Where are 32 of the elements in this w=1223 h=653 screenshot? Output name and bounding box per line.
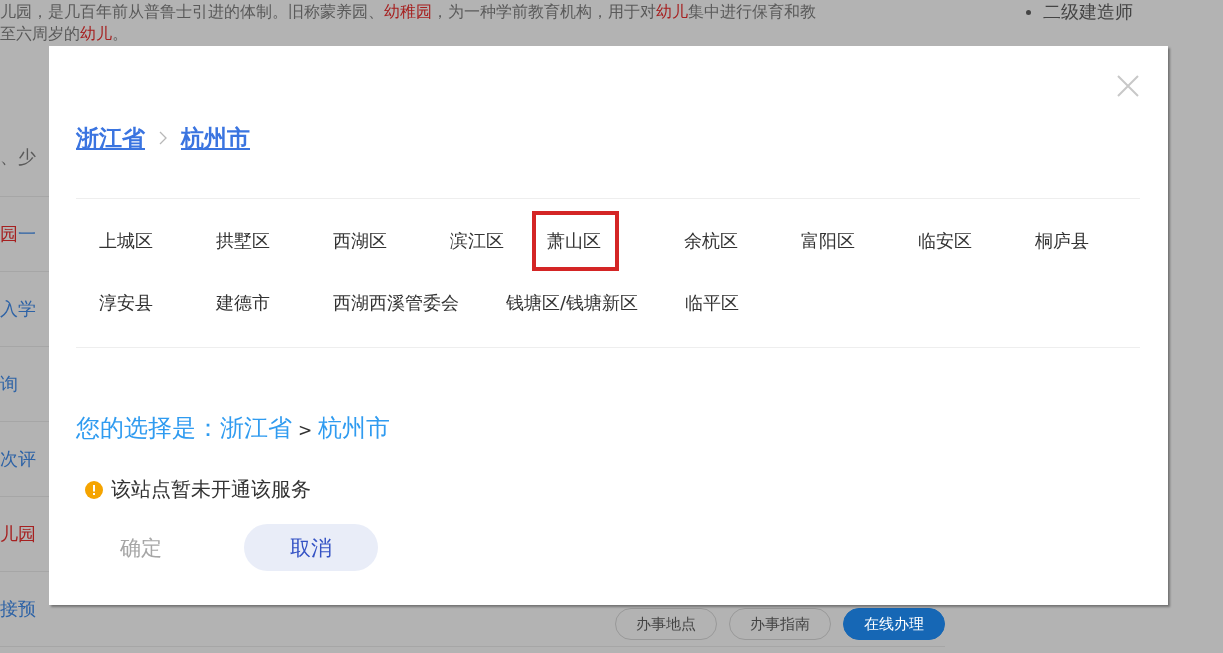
- paragraph-text: 至六周岁的幼儿。: [0, 23, 129, 44]
- district-link[interactable]: 钱塘区/钱塘新区: [483, 273, 663, 333]
- notice-text: 该站点暂未开通该服务: [111, 476, 311, 503]
- selection-label: 您的选择是：: [76, 413, 220, 444]
- district-link[interactable]: 淳安县: [76, 273, 193, 333]
- chevron-icon: [159, 131, 167, 145]
- district-link[interactable]: 西湖区: [310, 211, 427, 271]
- separator-text: >: [298, 420, 313, 440]
- district-link[interactable]: 临安区: [895, 211, 1012, 271]
- breadcrumb-link[interactable]: 浙江省: [76, 122, 145, 154]
- selection-value: 浙江省: [220, 413, 292, 444]
- district-link[interactable]: 桐庐县: [1012, 211, 1129, 271]
- sidebar-link[interactable]: 二级建造师: [1043, 0, 1133, 24]
- list-item-link[interactable]: 、少: [0, 145, 36, 169]
- district-link[interactable]: 富阳区: [778, 211, 895, 271]
- cancel-button[interactable]: 取消: [244, 524, 378, 571]
- list-item-link[interactable]: 园一: [0, 222, 36, 246]
- district-link[interactable]: 上城区: [76, 211, 193, 271]
- paragraph-text: 儿园，是几百年前从普鲁士引进的体制。旧称蒙养园、幼稚园，为一种学前教育机构，用于对幼儿集中进行保育和教: [0, 1, 816, 22]
- district-link[interactable]: 拱墅区: [193, 211, 310, 271]
- action-button[interactable]: 在线办理: [843, 608, 945, 640]
- breadcrumb-link[interactable]: 杭州市: [181, 122, 250, 154]
- district-link[interactable]: 余杭区: [661, 211, 778, 271]
- district-link[interactable]: 西湖西溪管委会: [310, 273, 483, 333]
- district-link[interactable]: 萧山区: [532, 211, 619, 271]
- district-link[interactable]: 建德市: [193, 273, 310, 333]
- warning-icon: [85, 480, 103, 499]
- close-icon[interactable]: [1117, 75, 1139, 97]
- selection-value: 杭州市: [318, 413, 391, 444]
- list-item-link[interactable]: 儿园: [0, 522, 36, 546]
- list-item-link[interactable]: 询: [0, 372, 18, 396]
- district-link[interactable]: 临平区: [662, 273, 780, 333]
